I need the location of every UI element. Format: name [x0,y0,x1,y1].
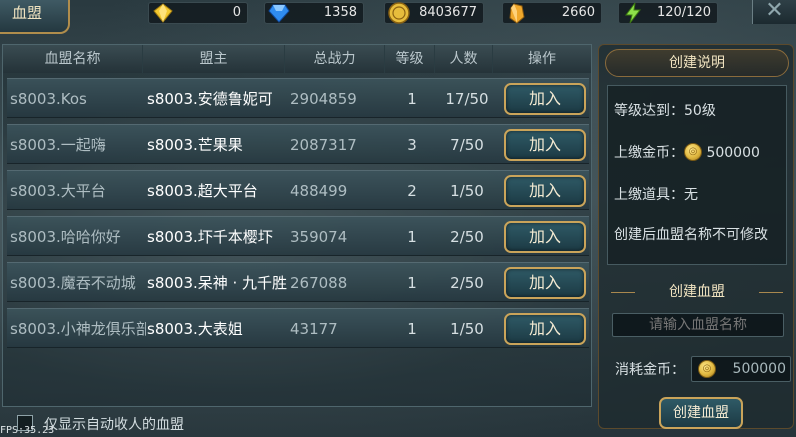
guild-members: 1/50 [450,182,484,200]
gold-coin-icon: ◎ [684,143,702,161]
guild-level: 1 [407,90,417,108]
gold-coin-icon: ◎ [698,360,716,378]
resource-gem-value: 1358 [323,5,357,20]
join-button[interactable]: 加入 [504,83,586,115]
crystal-icon [509,3,525,24]
join-button[interactable]: 加入 [504,313,586,345]
gold-requirement-value: 500000 [706,145,760,161]
guild-power: 2904859 [290,90,357,108]
guild-leader: s8003.安德鲁妮可 [147,90,273,108]
join-button[interactable]: 加入 [504,129,586,161]
guild-members: 1/50 [450,320,484,338]
window-title: 血盟 [0,0,70,34]
header-power: 总战力 [285,45,385,73]
header-action: 操作 [528,51,556,67]
guild-name: s8003.哈哈你好 [10,228,121,246]
auto-accept-label[interactable]: 仅显示自动收人的血盟 [44,414,184,434]
gold-coin-icon [388,2,410,24]
header-guild-name: 血盟名称 [3,45,143,73]
resource-gold-value: 8403677 [419,5,477,20]
resource-bar: 血盟 0 1358 8403677 2660 120/120 ✕ [0,0,796,34]
table-row: s8003.魔吞不动城 s8003.呆神 · 九千胜 267088 1 2/50… [7,262,589,302]
close-button[interactable]: ✕ [752,0,796,24]
resource-crystal-value: 2660 [561,5,595,20]
guild-level: 1 [407,228,417,246]
item-requirement: 上缴道具：无 [614,187,698,203]
join-button[interactable]: 加入 [504,221,586,253]
guild-members: 7/50 [450,136,484,154]
cost-label: 消耗金币： [615,362,685,378]
cost-value: 500000 [732,361,786,377]
table-row: s8003.Kos s8003.安德鲁妮可 2904859 1 17/50 加入 [7,78,589,118]
resource-crystal: 2660 [502,2,602,24]
guild-members: 2/50 [450,228,484,246]
guild-level: 1 [407,274,417,292]
resource-diamond: 0 [148,2,248,24]
guild-level: 2 [407,182,417,200]
gold-requirement: 上缴金币： ◎ 500000 [614,142,760,162]
resource-gem: 1358 [264,2,364,24]
guild-power: 488499 [290,182,348,200]
guild-power: 267088 [290,274,348,292]
create-section-title: 创建血盟 [611,279,783,305]
table-row: s8003.一起嗨 s8003.芒果果 2087317 3 7/50 加入 [7,124,589,164]
join-button[interactable]: 加入 [504,175,586,207]
guild-name-input[interactable] [612,313,784,337]
fps-counter: FPS:35.23 [0,425,55,436]
table-row: s8003.小神龙俱乐部 s8003.大表姐 43177 1 1/50 加入 [7,308,589,348]
join-button[interactable]: 加入 [504,267,586,299]
blue-gem-icon [268,4,290,23]
resource-energy-value: 120/120 [656,5,711,20]
guild-power: 43177 [290,320,338,338]
guild-leader: s8003.呆神 · 九千胜 [147,274,288,292]
header-level: 等级 [385,45,435,73]
create-guild-button[interactable]: 创建血盟 [659,397,743,429]
resource-gold: 8403677 [384,2,484,24]
panel-title: 创建说明 [605,49,789,77]
table-row: s8003.哈哈你好 s8003.圷千本樱圷 359074 1 2/50 加入 [7,216,589,256]
guild-power: 2087317 [290,136,357,154]
header-members: 人数 [435,45,493,73]
header-leader: 盟主 [143,45,285,73]
table-row: s8003.大平台 s8003.超大平台 488499 2 1/50 加入 [7,170,589,210]
guild-leader: s8003.芒果果 [147,136,243,154]
guild-level: 3 [407,136,417,154]
table-header: 血盟名称 盟主 总战力 等级 人数 操作 [3,45,591,73]
guild-name: s8003.大平台 [10,182,106,200]
guild-name: s8003.Kos [10,90,87,108]
level-requirement: 等级达到：50级 [614,103,716,119]
name-note: 创建后血盟名称不可修改 [614,227,768,243]
guild-name: s8003.魔吞不动城 [10,274,136,292]
guild-name: s8003.一起嗨 [10,136,106,154]
cost-field: ◎ 500000 [691,356,791,382]
guild-level: 1 [407,320,417,338]
diamond-icon [153,3,173,23]
guild-power: 359074 [290,228,348,246]
guild-name: s8003.小神龙俱乐部 [10,320,146,338]
create-guild-panel: 创建说明 等级达到：50级 上缴金币： ◎ 500000 上缴道具：无 创建后血盟… [598,44,794,429]
guild-leader: s8003.超大平台 [147,182,258,200]
guild-leader: s8003.大表姐 [147,320,243,338]
gold-requirement-label: 上缴金币： [614,145,684,161]
close-icon[interactable]: ✕ [765,0,783,23]
resource-energy: 120/120 [618,2,718,24]
requirements-box: 等级达到：50级 上缴金币： ◎ 500000 上缴道具：无 创建后血盟名称不可修… [607,85,787,265]
guild-members: 2/50 [450,274,484,292]
guild-table: 血盟名称 盟主 总战力 等级 人数 操作 s8003.Kos s8003.安德鲁… [2,44,592,407]
lightning-icon [625,2,642,24]
resource-diamond-value: 0 [232,5,241,20]
guild-leader: s8003.圷千本樱圷 [147,228,273,246]
guild-members: 17/50 [445,90,489,108]
